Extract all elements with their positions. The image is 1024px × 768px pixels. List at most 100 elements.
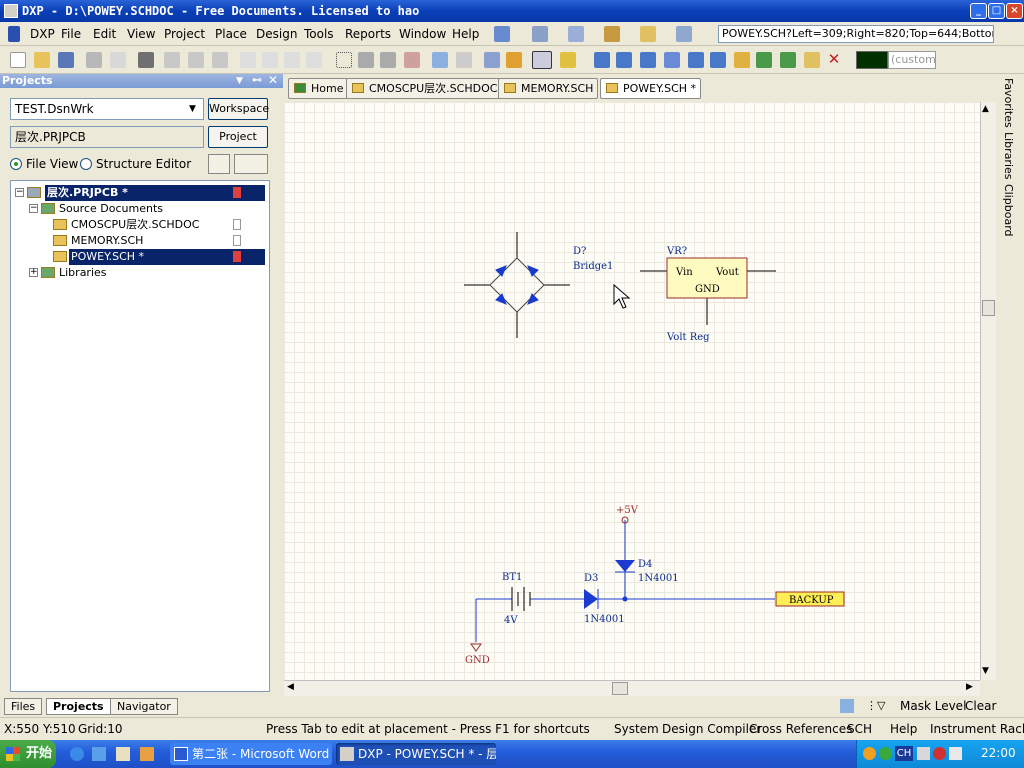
project-options-icon[interactable] <box>208 154 230 174</box>
pin-icon[interactable]: ⊷ <box>252 74 262 88</box>
bridge-designator[interactable]: D? <box>573 246 586 257</box>
tree-item-cmoscpu[interactable]: CMOSCPU层次.SCHDOC <box>71 217 199 233</box>
close-button[interactable]: × <box>1006 3 1023 19</box>
tab-memory[interactable]: MEMORY.SCH <box>498 78 599 99</box>
menu-project[interactable]: Project <box>164 27 205 41</box>
design-compiler-button[interactable]: Design Compiler <box>662 722 761 736</box>
d4-part[interactable]: 1N4001 <box>638 573 679 584</box>
cut-icon[interactable] <box>240 52 256 68</box>
structure-editor-radio[interactable] <box>80 158 92 170</box>
browse-components-icon[interactable] <box>532 51 552 69</box>
ground-symbol[interactable] <box>470 643 482 652</box>
file-view-radio[interactable] <box>10 158 22 170</box>
tray-app-icon[interactable] <box>863 747 876 760</box>
vertical-scrollbar[interactable]: ▲ ▼ <box>980 102 996 680</box>
copy-icon[interactable] <box>262 52 278 68</box>
digital-devices-icon[interactable] <box>604 26 620 42</box>
outlook-icon[interactable] <box>92 747 106 761</box>
bridge-rectifier[interactable] <box>464 232 570 338</box>
ie-icon[interactable] <box>70 747 84 761</box>
deselect-icon[interactable] <box>380 52 396 68</box>
zoom-selected-icon[interactable] <box>212 52 228 68</box>
tray-volume-icon[interactable] <box>949 747 962 760</box>
place-part-icon[interactable] <box>734 52 750 68</box>
net-label-icon[interactable] <box>664 52 680 68</box>
bt1-value[interactable]: 4V <box>504 615 518 626</box>
task-word[interactable]: 第二张 - Microsoft Word <box>170 743 332 765</box>
panel-menu-icon[interactable]: ▼ <box>236 74 243 88</box>
tab-files[interactable]: Files <box>4 698 43 715</box>
sheet-entry-icon[interactable] <box>780 52 796 68</box>
combo-arrow-icon[interactable]: ▼ <box>189 99 196 119</box>
panel-close-icon[interactable]: ✕ <box>268 73 278 87</box>
workspace-button[interactable]: Workspace <box>208 98 269 120</box>
redo-icon[interactable] <box>456 52 472 68</box>
wiring-tools-icon[interactable] <box>494 26 510 42</box>
tab-home[interactable]: Home <box>288 78 349 99</box>
diode-d4[interactable] <box>615 560 635 573</box>
new-document-icon[interactable] <box>10 52 26 68</box>
scroll-down-icon[interactable]: ▼ <box>982 666 989 676</box>
regulator-designator[interactable]: VR? <box>666 246 687 257</box>
menu-file[interactable]: File <box>61 27 81 41</box>
rubber-stamp-icon[interactable] <box>306 52 322 68</box>
vertical-scroll-thumb[interactable] <box>982 300 995 316</box>
language-indicator[interactable]: CH <box>895 746 913 761</box>
sheet-symbol-icon[interactable] <box>756 52 772 68</box>
mask-level-button[interactable]: Mask Level <box>900 699 966 713</box>
power-ports-icon[interactable] <box>568 26 584 42</box>
ground-label[interactable]: GND <box>465 655 490 666</box>
menu-edit[interactable]: Edit <box>93 27 116 41</box>
menu-design[interactable]: Design <box>256 27 297 41</box>
horizontal-scrollbar[interactable]: ◀ ▶ <box>284 680 980 696</box>
tab-powey[interactable]: POWEY.SCH * <box>600 78 702 99</box>
desktop-icon[interactable] <box>116 747 130 761</box>
project-button[interactable]: Project <box>208 126 268 148</box>
help-button[interactable]: Help <box>890 722 917 736</box>
hierarchy-icon[interactable] <box>484 52 500 68</box>
collapse-icon[interactable]: − <box>15 188 24 197</box>
no-erc-icon[interactable]: ✕ <box>826 52 842 68</box>
menu-window[interactable]: Window <box>399 27 446 41</box>
d3-part[interactable]: 1N4001 <box>584 614 625 625</box>
bus-entry-icon[interactable] <box>640 52 656 68</box>
instrument-racks-button[interactable]: Instrument Racks <box>930 722 1024 736</box>
undo-icon[interactable] <box>432 52 448 68</box>
menu-dxp[interactable]: DXP <box>30 27 55 41</box>
diode-d3[interactable] <box>584 589 599 609</box>
tree-item-memory[interactable]: MEMORY.SCH <box>71 233 143 249</box>
document-path-combo[interactable]: POWEY.SCH?Left=309;Right=820;Top=644;Bot… <box>718 25 994 43</box>
side-tab-clipboard[interactable]: Clipboard <box>1002 184 1015 237</box>
tab-projects[interactable]: Projects <box>46 698 111 715</box>
custom-combo[interactable]: (custom <box>888 51 936 69</box>
zoom-area-icon[interactable] <box>188 52 204 68</box>
menu-tools[interactable]: Tools <box>304 27 334 41</box>
move-icon[interactable] <box>358 52 374 68</box>
color-swatch[interactable] <box>856 51 888 69</box>
filter-icon[interactable]: ⋮▽ <box>866 699 885 712</box>
d3-designator[interactable]: D3 <box>584 573 598 584</box>
system-button[interactable]: System <box>614 722 659 736</box>
bt1-designator[interactable]: BT1 <box>502 572 522 583</box>
scroll-left-icon[interactable]: ◀ <box>287 682 294 692</box>
open-document-icon[interactable] <box>234 154 268 174</box>
tree-item-libraries[interactable]: Libraries <box>59 265 107 281</box>
clear-button[interactable]: Clear <box>965 699 996 713</box>
tray-network-icon[interactable] <box>879 747 892 760</box>
workspace-combo[interactable]: TEST.DsnWrk ▼ <box>10 98 204 120</box>
scroll-up-icon[interactable]: ▲ <box>982 104 989 114</box>
cross-references-button[interactable]: Cross References <box>749 722 852 736</box>
print-icon[interactable] <box>86 52 102 68</box>
grid-icon[interactable] <box>676 26 692 42</box>
menu-help[interactable]: Help <box>452 27 479 41</box>
open-folder-icon[interactable] <box>34 52 50 68</box>
tab-navigator[interactable]: Navigator <box>110 698 178 715</box>
cross-probe-icon[interactable] <box>506 52 522 68</box>
gnd-port-icon[interactable] <box>688 52 704 68</box>
menu-reports[interactable]: Reports <box>345 27 391 41</box>
minimize-button[interactable]: _ <box>970 3 987 19</box>
d4-designator[interactable]: D4 <box>638 559 652 570</box>
bridge-comment[interactable]: Bridge1 <box>573 261 613 272</box>
save-icon[interactable] <box>58 52 74 68</box>
battery-bt1[interactable] <box>511 587 531 611</box>
